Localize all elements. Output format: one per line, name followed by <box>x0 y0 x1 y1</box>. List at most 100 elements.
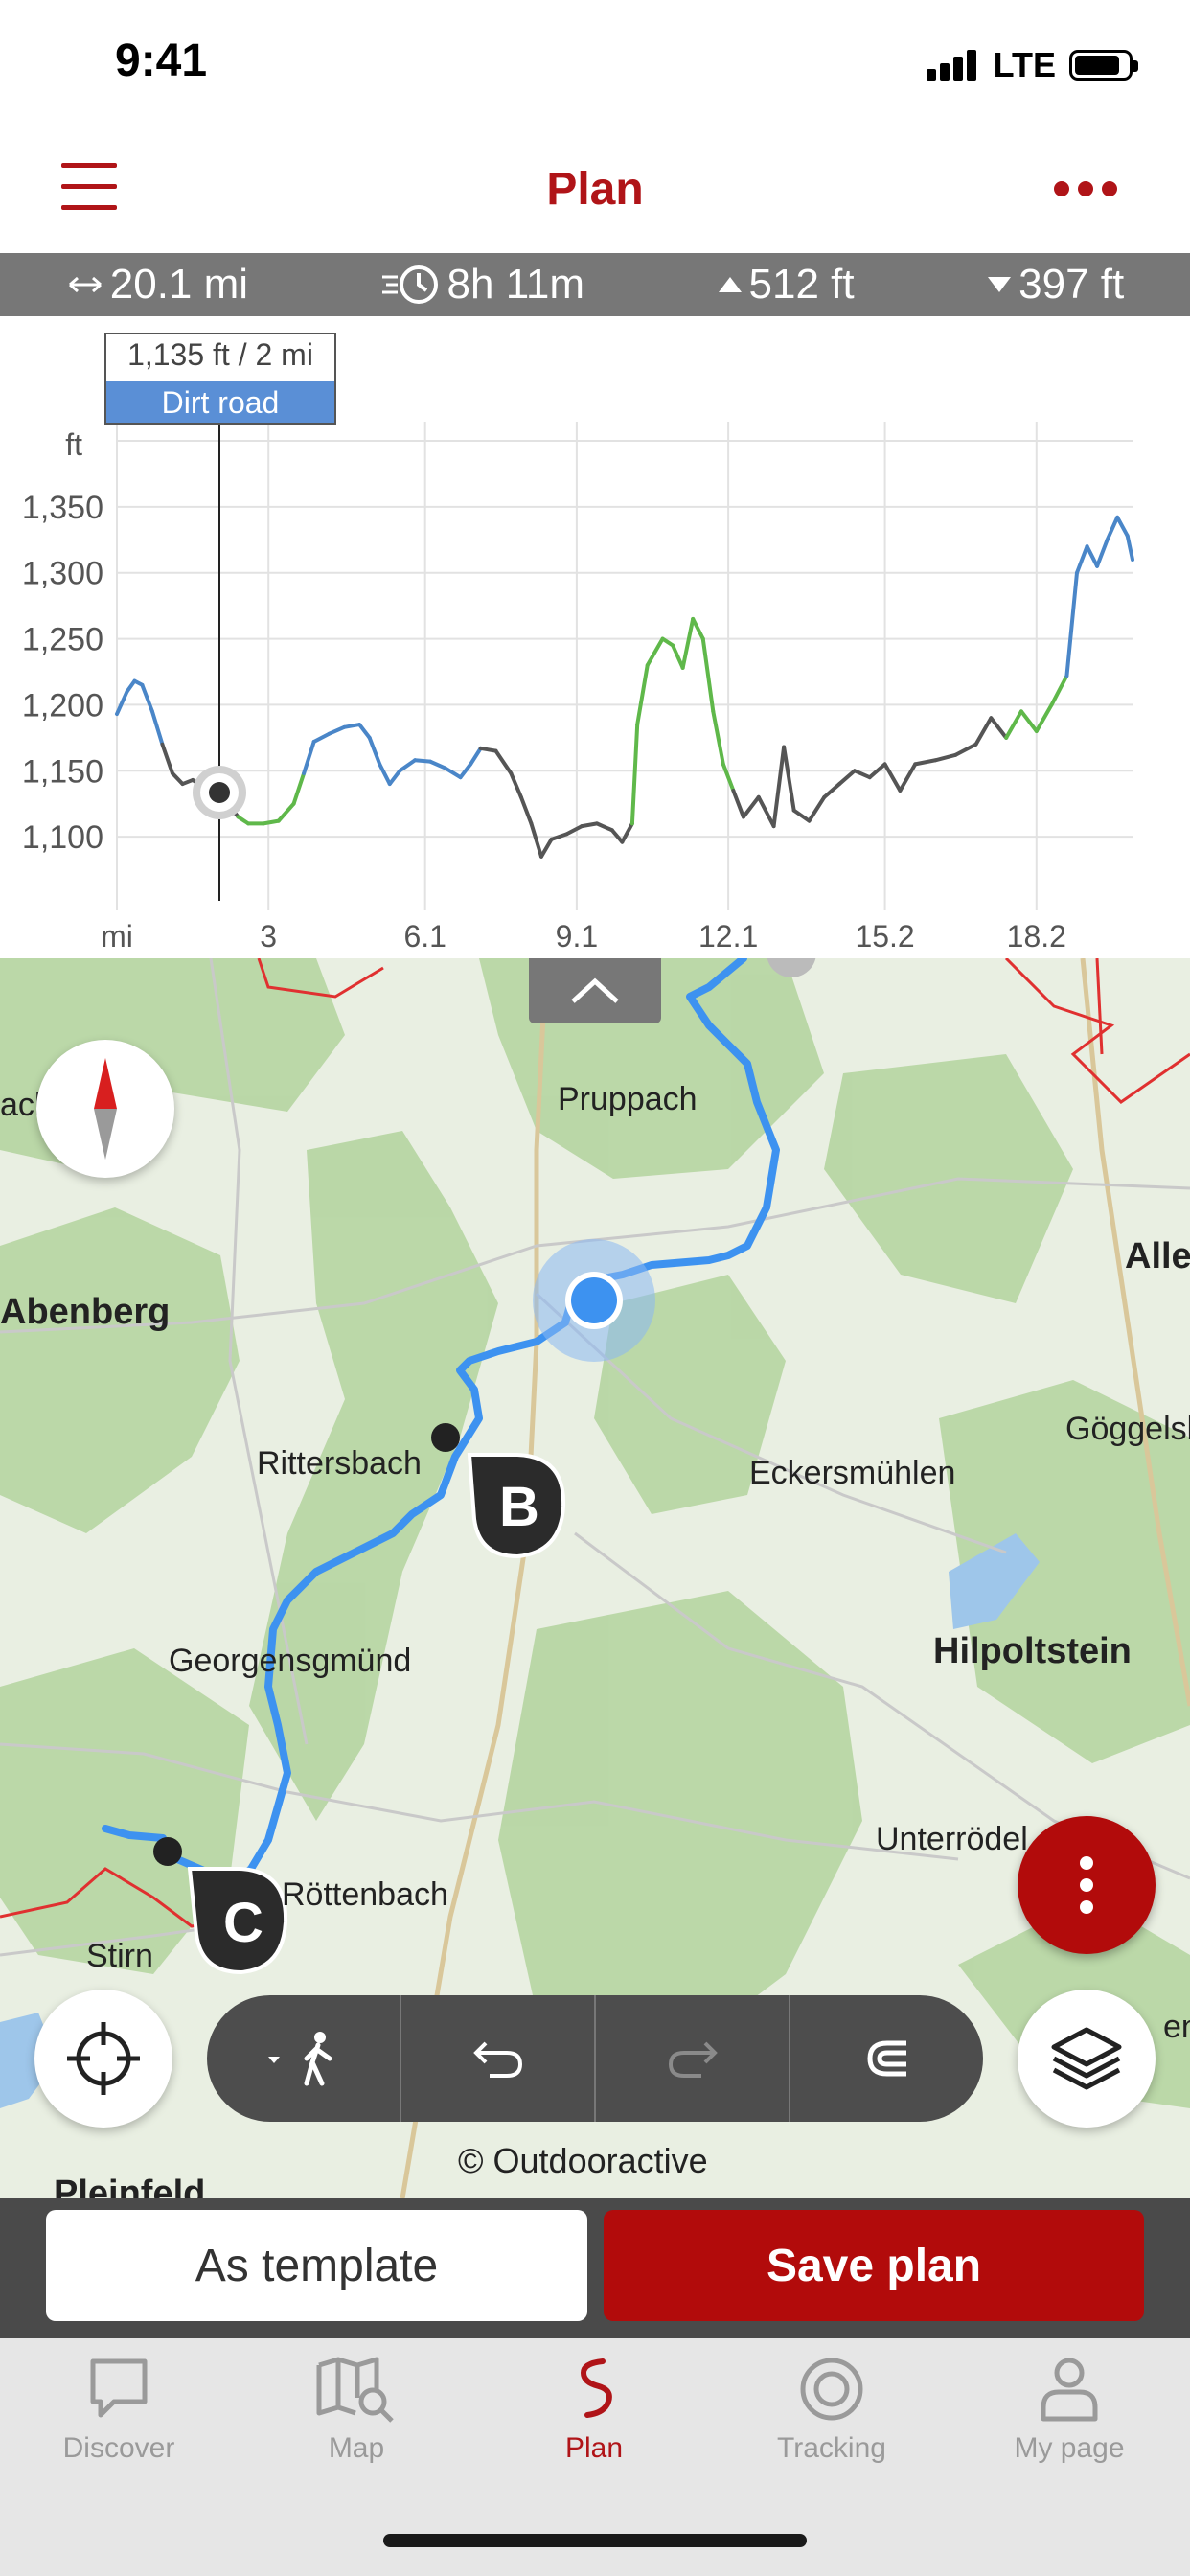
elevation-line-segment <box>443 766 463 780</box>
elevation-line-segment <box>529 821 543 859</box>
vertical-dots-icon <box>1080 1856 1093 1914</box>
tab-map[interactable]: Map <box>238 2356 475 2465</box>
elevation-line-segment <box>691 616 705 641</box>
layers-icon <box>1051 2027 1122 2090</box>
elevation-line-segment <box>367 735 382 767</box>
save-plan-button[interactable]: Save plan <box>604 2210 1144 2321</box>
snap-magnet-button[interactable] <box>790 1995 983 2122</box>
place-label: Eckersmühlen <box>749 1455 956 1491</box>
elevation-line-segment <box>1064 570 1079 678</box>
y-tick-label: 1,350 <box>22 490 103 526</box>
elevation-chart[interactable]: ft mi 1,350 1,300 1,250 1,200 1,150 1,100 3 6.… <box>0 316 1190 958</box>
elevation-line-segment <box>549 832 569 841</box>
place-label: Hilpoltstein <box>933 1631 1132 1671</box>
chevron-up-icon <box>571 978 619 1003</box>
elevation-line-segment <box>1115 515 1130 539</box>
chat-bubble-icon <box>90 2358 148 2418</box>
elevation-line-segment <box>933 752 958 763</box>
arrow-down-icon <box>988 277 1012 292</box>
elevation-line-segment <box>1105 515 1120 542</box>
tab-discover[interactable]: Discover <box>0 2356 238 2465</box>
route-point[interactable] <box>153 1837 182 1866</box>
elevation-line-segment <box>276 801 296 823</box>
route-point[interactable] <box>431 1423 460 1452</box>
elevation-line-segment <box>538 837 554 859</box>
redo-button[interactable] <box>596 1995 790 2122</box>
elevation-line-segment <box>989 716 1009 740</box>
waypoint-b-marker[interactable]: B <box>467 1453 566 1559</box>
chart-cursor-marker[interactable] <box>193 766 246 819</box>
tab-plan[interactable]: Plan <box>475 2356 713 2465</box>
activity-type-button[interactable] <box>207 1995 401 2122</box>
distance-stat: 20.1 mi <box>66 261 248 309</box>
elevation-line-segment <box>1004 709 1023 740</box>
tab-my-page[interactable]: My page <box>950 2356 1188 2465</box>
x-tick-label: 6.1 <box>403 919 446 954</box>
arrow-up-icon <box>718 277 742 292</box>
elevation-line-segment <box>700 636 716 714</box>
elevation-line-segment <box>1049 674 1069 707</box>
place-label: Unterrödel <box>876 1821 1028 1857</box>
place-label: Göggelsbu <box>1065 1411 1190 1447</box>
y-axis-unit: ft <box>65 427 82 462</box>
elevation-line-segment <box>564 824 584 837</box>
y-tick-label: 1,100 <box>22 819 103 856</box>
tab-tracking[interactable]: Tracking <box>713 2356 950 2465</box>
elevation-line-segment <box>413 758 432 764</box>
elevation-line-segment <box>782 745 796 813</box>
elevation-line-segment <box>837 769 857 787</box>
tab-label: My page <box>1014 2432 1125 2464</box>
tab-label: Discover <box>62 2432 175 2464</box>
place-label: en <box>1163 2009 1190 2045</box>
waypoint-c-marker[interactable]: C <box>187 1867 288 1975</box>
elevation-line-segment <box>882 762 903 793</box>
status-time: 9:41 <box>115 35 208 86</box>
elevation-line-segment <box>791 808 812 823</box>
elevation-line-segment <box>629 723 640 826</box>
route-tools-toolbar <box>207 1995 983 2122</box>
descent-value: 397 ft <box>1018 261 1125 308</box>
duration-stat: 8h 11m <box>380 261 584 309</box>
elevation-line-segment <box>387 769 402 787</box>
undo-button[interactable] <box>401 1995 596 2122</box>
elevation-line-segment <box>635 663 650 727</box>
map-options-button[interactable] <box>1018 1816 1156 1954</box>
place-label: Georgensgmünd <box>169 1643 412 1679</box>
elevation-line-segment <box>711 709 725 767</box>
elevation-chart-svg: ft mi 1,350 1,300 1,250 1,200 1,150 1,100 3 6.… <box>22 333 1134 954</box>
home-indicator <box>383 2534 807 2547</box>
as-template-button[interactable]: As template <box>46 2210 587 2321</box>
distance-value: 20.1 mi <box>109 261 249 308</box>
locate-me-button[interactable] <box>34 1990 172 2128</box>
place-label: Stirn <box>86 1938 153 1974</box>
elevation-line-segment <box>140 682 154 714</box>
distance-icon <box>68 276 102 293</box>
elevation-line-segment <box>261 818 281 826</box>
undo-icon <box>472 2041 522 2078</box>
tab-label: Tracking <box>777 2432 886 2464</box>
elevation-line-segment <box>1034 702 1054 733</box>
elevation-line-segment <box>327 724 347 736</box>
elevation-line-segment <box>342 723 362 729</box>
elevation-line-segment <box>125 678 137 694</box>
signal-icon <box>926 50 980 80</box>
map-attribution: © Outdooractive <box>458 2141 708 2180</box>
elevation-line-segment <box>149 709 165 747</box>
target-icon <box>800 2358 863 2421</box>
chart-tooltip: 1,135 ft / 2 mi Dirt road <box>104 333 336 425</box>
compass-button[interactable] <box>36 1040 174 1178</box>
waypoint-c-label: C <box>223 1892 263 1954</box>
elevation-line-segment <box>1085 544 1100 568</box>
ascent-stat: 512 ft <box>717 261 855 309</box>
map-layers-button[interactable] <box>1018 1990 1156 2128</box>
collapse-chart-button[interactable] <box>529 958 661 1024</box>
ascent-value: 512 ft <box>748 261 855 308</box>
more-options-icon[interactable] <box>1052 174 1119 203</box>
map-view[interactable]: B C Pruppach Abenberg Aller Rittersbach … <box>0 958 1190 2198</box>
waypoint-b-label: B <box>499 1476 539 1538</box>
elevation-line-segment <box>756 794 776 829</box>
elevation-line-segment <box>518 794 534 826</box>
descent-stat: 397 ft <box>986 261 1124 309</box>
compass-icon <box>94 1058 117 1160</box>
place-label: Röttenbach <box>282 1876 448 1913</box>
